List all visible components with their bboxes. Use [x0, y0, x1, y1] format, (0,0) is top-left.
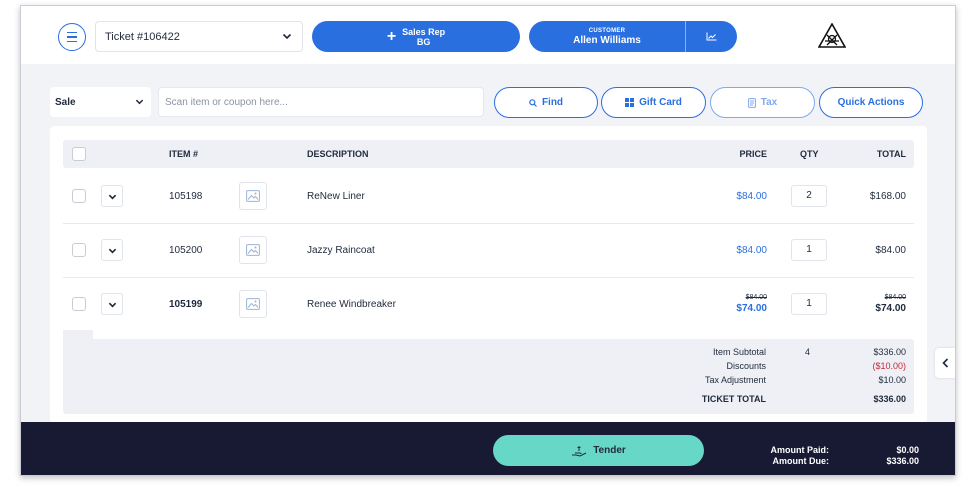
quick-actions-label: Quick Actions — [837, 97, 905, 108]
chevron-down-icon — [135, 99, 144, 105]
gift-card-button[interactable]: Gift Card — [601, 87, 706, 118]
row-total: $74.00 — [875, 303, 906, 314]
pos-window: Ticket #106422 + Sales Rep BG CUSTOMER A… — [20, 5, 956, 476]
col-price: PRICE — [739, 149, 767, 159]
tax-label: Tax — [760, 97, 778, 108]
table-header: ITEM # DESCRIPTION PRICE QTY TOTAL — [63, 140, 914, 168]
row-description: Jazzy Raincoat — [307, 245, 375, 256]
image-placeholder-icon — [239, 290, 267, 318]
chevron-down-icon — [108, 302, 116, 307]
sales-rep-label: Sales Rep — [402, 26, 446, 37]
chevron-down-icon — [108, 248, 116, 253]
ticket-select[interactable]: Ticket #106422 — [95, 21, 303, 52]
sales-rep-button[interactable]: + Sales Rep BG — [312, 21, 520, 52]
row-total: $168.00 — [869, 191, 906, 202]
col-qty: QTY — [800, 149, 819, 159]
scan-input[interactable] — [158, 87, 484, 117]
amount-paid-label: Amount Paid: — [770, 445, 830, 455]
customer-name: Allen Williams — [573, 34, 641, 46]
item-subtotal-qty: 4 — [805, 347, 811, 357]
discounts-value: ($10.00) — [872, 361, 906, 371]
discounts-label: Discounts — [726, 361, 766, 371]
tax-adjustment-value: $10.00 — [878, 375, 906, 385]
chevron-left-icon — [941, 358, 948, 368]
item-subtotal-value: $336.00 — [873, 347, 906, 357]
row-item-number: 105199 — [169, 299, 203, 310]
sale-type-select[interactable]: Sale — [50, 87, 151, 117]
row-price[interactable]: $74.00 — [736, 303, 767, 314]
table-row: 105199 Renee Windbreaker $84.00 $74.00 1… — [63, 277, 914, 331]
store-logo — [818, 23, 846, 48]
customer-label: CUSTOMER — [588, 27, 626, 34]
row-total: $84.00 — [875, 245, 906, 256]
top-bar: Ticket #106422 + Sales Rep BG CUSTOMER A… — [21, 6, 955, 64]
image-placeholder-icon — [239, 236, 267, 264]
row-description: ReNew Liner — [307, 191, 365, 202]
row-original-price: $84.00 — [745, 294, 767, 301]
row-checkbox[interactable] — [72, 189, 86, 203]
amount-paid-value: $0.00 — [896, 445, 919, 455]
row-item-number: 105198 — [169, 191, 203, 202]
menu-icon — [67, 30, 77, 44]
row-original-total: $84.00 — [884, 294, 906, 301]
row-checkbox[interactable] — [72, 297, 86, 311]
select-all-checkbox[interactable] — [72, 147, 86, 161]
sales-rep-initials: BG — [416, 36, 431, 47]
item-subtotal-label: Item Subtotal — [712, 347, 766, 357]
gift-card-label: Gift Card — [639, 97, 682, 108]
tender-label: Tender — [593, 445, 626, 456]
col-total: TOTAL — [876, 149, 906, 159]
grid-icon — [625, 98, 635, 107]
row-expand-button[interactable] — [101, 185, 123, 207]
tax-button[interactable]: Tax — [710, 87, 815, 118]
receipt-icon — [747, 97, 756, 108]
quick-actions-button[interactable]: Quick Actions — [819, 87, 923, 118]
row-qty[interactable]: 1 — [791, 293, 827, 315]
hand-cash-icon — [571, 445, 587, 457]
tender-button[interactable]: Tender — [493, 435, 704, 466]
row-description: Renee Windbreaker — [307, 299, 396, 310]
search-icon — [529, 98, 537, 107]
col-item: ITEM # — [169, 149, 199, 159]
row-price[interactable]: $84.00 — [736, 245, 767, 256]
amount-due-label: Amount Due: — [772, 456, 830, 466]
sale-type-value: Sale — [55, 96, 76, 108]
amount-due-value: $336.00 — [886, 456, 919, 466]
table-row: 105200 Jazzy Raincoat $84.00 1 $84.00 — [63, 223, 914, 277]
row-checkbox[interactable] — [72, 243, 86, 257]
ticket-select-value: Ticket #106422 — [105, 30, 180, 43]
ticket-items-card: ITEM # DESCRIPTION PRICE QTY TOTAL 10519… — [50, 126, 927, 423]
image-placeholder-icon — [239, 182, 267, 210]
row-qty[interactable]: 2 — [791, 185, 827, 207]
customer-button[interactable]: CUSTOMER Allen Williams — [529, 21, 737, 52]
row-qty[interactable]: 1 — [791, 239, 827, 261]
plus-icon: + — [386, 27, 397, 45]
chart-icon — [706, 32, 717, 41]
customer-stats-button[interactable] — [686, 21, 737, 52]
chevron-down-icon — [282, 33, 292, 40]
footer-bar: Tender Amount Paid: $0.00 Amount Due: $3… — [21, 422, 955, 475]
find-label: Find — [541, 97, 564, 108]
row-expand-button[interactable] — [101, 293, 123, 315]
tax-adjustment-label: Tax Adjustment — [704, 375, 766, 385]
side-panel-toggle[interactable] — [935, 348, 955, 378]
table-row: 105198 ReNew Liner $84.00 2 $168.00 — [63, 169, 914, 223]
row-expand-button[interactable] — [101, 239, 123, 261]
row-price[interactable]: $84.00 — [736, 191, 767, 202]
ticket-total-label: TICKET TOTAL — [701, 394, 766, 404]
col-description: DESCRIPTION — [307, 149, 369, 159]
ticket-summary: Item Subtotal 4 $336.00 Discounts ($10.0… — [63, 339, 914, 414]
chevron-down-icon — [108, 194, 116, 199]
row-item-number: 105200 — [169, 245, 203, 256]
menu-button[interactable] — [58, 23, 86, 51]
ticket-total-value: $336.00 — [873, 394, 906, 404]
find-button[interactable]: Find — [494, 87, 598, 118]
